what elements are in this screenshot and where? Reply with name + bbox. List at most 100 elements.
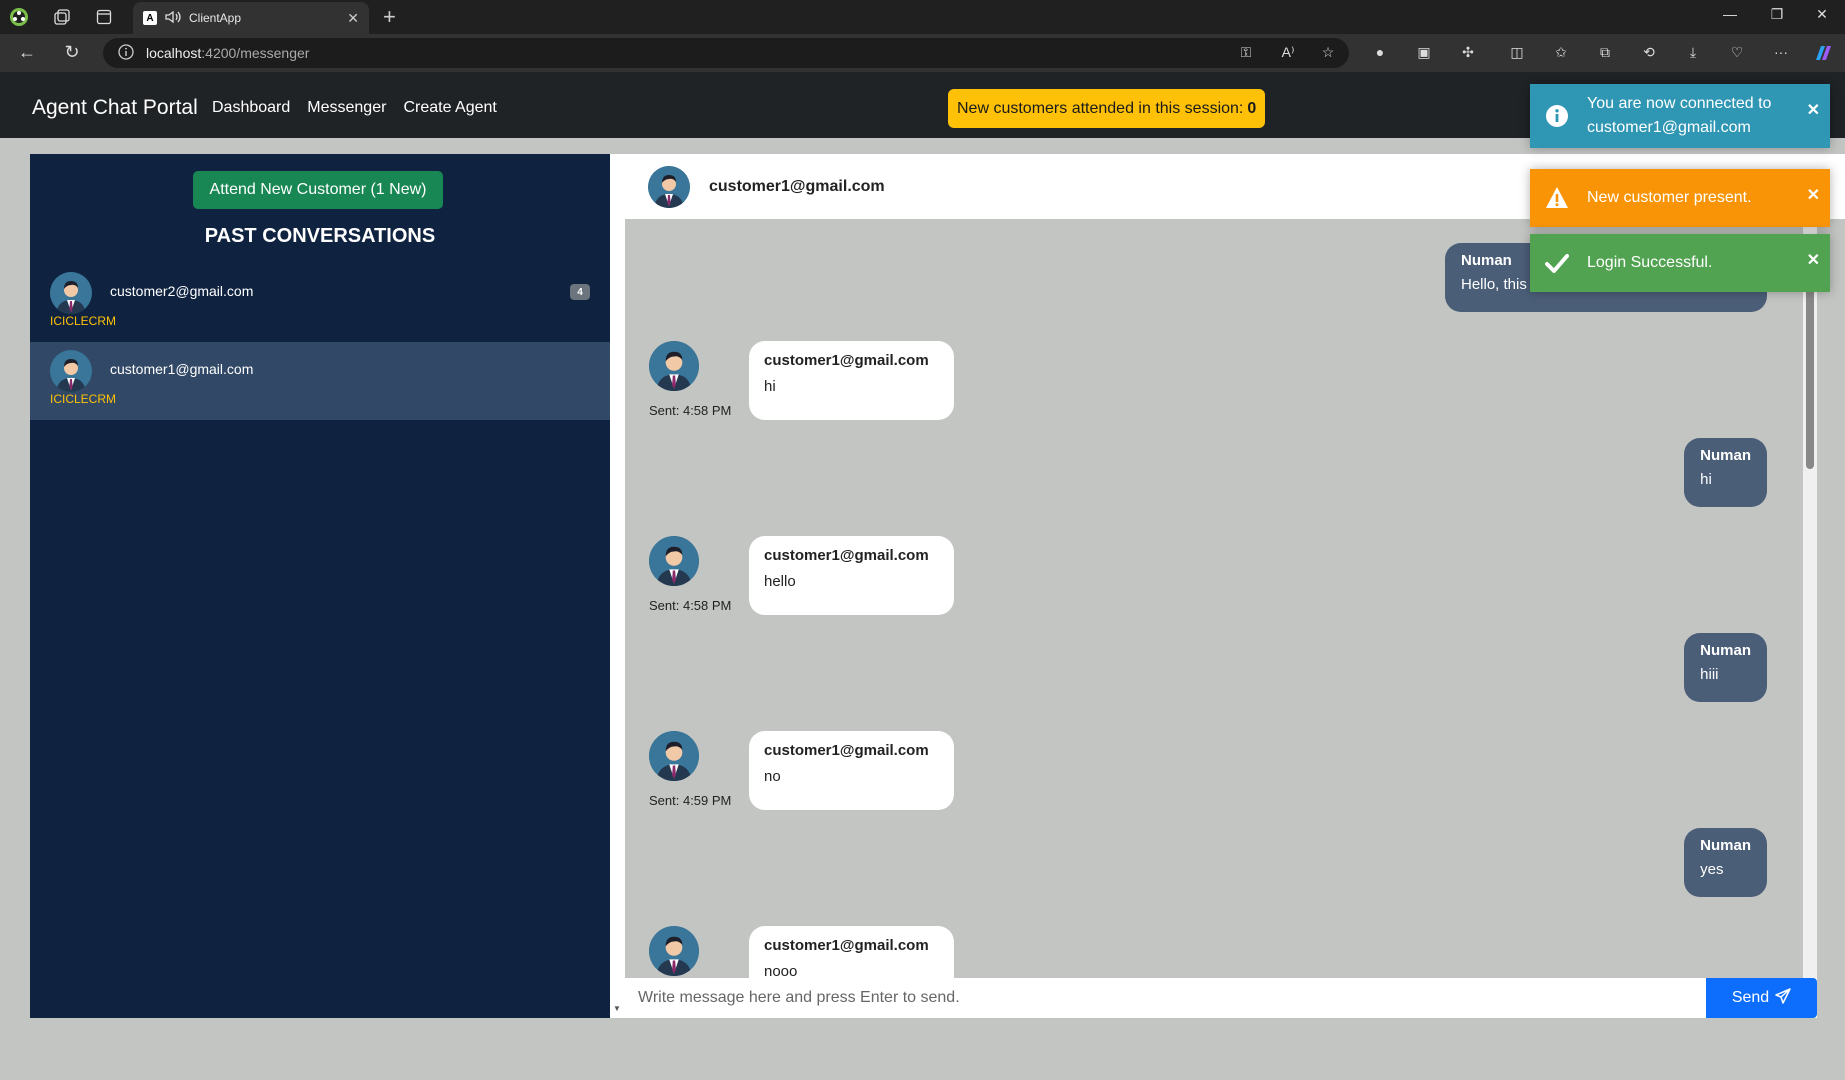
- message-bubble: customer1@gmail.com hi: [749, 341, 954, 420]
- conversation-email: customer1@gmail.com: [110, 361, 254, 377]
- extension-icon-1[interactable]: ●: [1370, 44, 1390, 62]
- url-field[interactable]: localhost:4200/messenger: [103, 38, 1349, 68]
- send-label: Send: [1731, 989, 1770, 1006]
- warning-icon: [1545, 186, 1569, 210]
- message-text: hi: [1700, 471, 1712, 488]
- message-bubble: customer1@gmail.com hello: [749, 536, 954, 615]
- refresh-icon[interactable]: ↻: [60, 42, 84, 63]
- collections-icon[interactable]: ⧉: [1595, 44, 1615, 62]
- message-sender: customer1@gmail.com: [764, 937, 929, 954]
- session-counter-label: New customers attended in this session:: [957, 99, 1244, 117]
- url-path: :4200/messenger: [201, 45, 310, 61]
- conversation-email: customer2@gmail.com: [110, 283, 254, 299]
- chat-contact-name: customer1@gmail.com: [709, 178, 885, 195]
- unread-count-badge: 4: [570, 284, 590, 300]
- message-text: nooo: [764, 963, 798, 979]
- tab-close-icon[interactable]: ✕: [347, 10, 359, 27]
- nav-create-agent[interactable]: Create Agent: [403, 99, 496, 117]
- split-screen-icon[interactable]: ◫: [1507, 44, 1527, 62]
- message-sender: customer1@gmail.com: [764, 742, 929, 759]
- site-info-icon[interactable]: [118, 43, 134, 63]
- toast-message: New customer present.: [1587, 189, 1752, 206]
- browser-tab[interactable]: A ClientApp ✕: [133, 2, 369, 34]
- message-input[interactable]: [625, 978, 1705, 1018]
- session-counter-value: 0: [1247, 99, 1257, 117]
- attend-new-customer-button[interactable]: Attend New Customer (1 New): [193, 171, 443, 209]
- message-outgoing: Numan hi: [1684, 438, 1767, 507]
- nav-dashboard[interactable]: Dashboard: [212, 99, 290, 117]
- message-composer: Send: [625, 978, 1817, 1018]
- nav-messenger[interactable]: Messenger: [307, 99, 386, 117]
- nav-links: Dashboard Messenger Create Agent: [212, 99, 497, 117]
- conversations-sidebar: Attend New Customer (1 New) PAST CONVERS…: [30, 154, 610, 1018]
- minimize-icon[interactable]: —: [1720, 6, 1740, 22]
- read-aloud-icon[interactable]: A⁾: [1278, 44, 1298, 62]
- message-outgoing: Numan yes: [1684, 828, 1767, 897]
- message-list-scrollbar[interactable]: [1803, 219, 1817, 979]
- paper-plane-icon: [1775, 987, 1791, 1009]
- extensions-puzzle-icon[interactable]: ✣: [1458, 44, 1478, 62]
- restore-icon[interactable]: ❐: [1767, 6, 1787, 23]
- conversation-org: ICICLECRM: [50, 314, 117, 328]
- tab-actions-icon[interactable]: [94, 7, 114, 27]
- browser-essentials-icon[interactable]: ♡: [1727, 44, 1747, 62]
- send-button[interactable]: Send: [1706, 978, 1817, 1018]
- outer-scrollbar[interactable]: ▲ ▼: [610, 154, 625, 1018]
- avatar: [649, 341, 699, 391]
- speaker-icon[interactable]: [165, 10, 181, 27]
- back-icon[interactable]: ←: [15, 42, 39, 63]
- toast-close-icon[interactable]: ✕: [1807, 100, 1820, 120]
- avatar: [649, 536, 699, 586]
- browser-profile-icon[interactable]: [9, 7, 29, 27]
- tab-favicon-icon: A: [143, 11, 157, 25]
- message-sender: customer1@gmail.com: [764, 352, 929, 369]
- message-sent-time: Sent: 4:58 PM: [649, 598, 732, 613]
- extension-icon-2[interactable]: ▣: [1414, 44, 1434, 62]
- conversation-item[interactable]: customer2@gmail.com ICICLECRM 4: [30, 264, 610, 342]
- message-sender: Numan: [1700, 837, 1751, 854]
- message-sent-time: Sent: 4:59 PM: [649, 793, 732, 808]
- avatar: [50, 350, 92, 392]
- avatar: [648, 166, 690, 208]
- favorite-star-icon[interactable]: ☆: [1318, 44, 1338, 62]
- window-close-icon[interactable]: ✕: [1812, 6, 1832, 23]
- history-icon[interactable]: ⟲: [1639, 44, 1659, 62]
- toast-warning[interactable]: New customer present. ✕: [1530, 169, 1830, 227]
- address-bar-row: ← ↻ localhost:4200/messenger ⚿ A⁾ ☆ ● ▣ …: [0, 34, 1845, 72]
- browser-tab-bar: A ClientApp ✕ + — ❐ ✕: [0, 0, 1845, 34]
- conversation-item-active[interactable]: customer1@gmail.com ICICLECRM: [30, 342, 610, 420]
- more-menu-icon[interactable]: ···: [1771, 44, 1791, 62]
- message-text: hiii: [1700, 666, 1719, 683]
- info-icon: [1545, 104, 1569, 128]
- message-text: no: [764, 768, 781, 785]
- new-tab-icon[interactable]: +: [383, 4, 396, 30]
- avatar: [649, 926, 699, 976]
- tab-title: ClientApp: [189, 11, 242, 25]
- session-counter-badge: New customers attended in this session: …: [948, 89, 1266, 128]
- brand-title[interactable]: Agent Chat Portal: [32, 96, 198, 120]
- toast-close-icon[interactable]: ✕: [1807, 250, 1820, 270]
- copilot-icon[interactable]: [1813, 44, 1833, 62]
- message-sent-time: Sent: 4:58 PM: [649, 403, 732, 418]
- checkmark-icon: [1545, 251, 1569, 275]
- message-bubble: customer1@gmail.com no: [749, 731, 954, 810]
- message-list[interactable]: Numan Hello, this is Numan. How can I he…: [625, 219, 1802, 979]
- url-host: localhost: [146, 45, 202, 61]
- toast-info[interactable]: You are now connected to customer1@gmail…: [1530, 84, 1830, 148]
- conversation-org: ICICLECRM: [50, 392, 117, 406]
- message-outgoing: Numan hiii: [1684, 633, 1767, 702]
- toast-message: You are now connected to customer1@gmail…: [1587, 95, 1772, 136]
- message-sender: Numan: [1700, 642, 1751, 659]
- avatar: [649, 731, 699, 781]
- workspaces-icon[interactable]: [52, 7, 72, 27]
- avatar: [50, 272, 92, 314]
- password-key-icon[interactable]: ⚿: [1236, 44, 1256, 62]
- downloads-icon[interactable]: ⤓: [1683, 44, 1703, 62]
- favorites-icon[interactable]: ✩: [1551, 44, 1571, 62]
- message-bubble: customer1@gmail.com nooo: [749, 926, 954, 979]
- message-text: hi: [764, 378, 776, 395]
- toast-success[interactable]: Login Successful. ✕: [1530, 234, 1830, 292]
- message-sender: Numan: [1700, 447, 1751, 464]
- toast-close-icon[interactable]: ✕: [1807, 185, 1820, 205]
- scroll-down-arrow-icon[interactable]: ▼: [613, 1004, 621, 1013]
